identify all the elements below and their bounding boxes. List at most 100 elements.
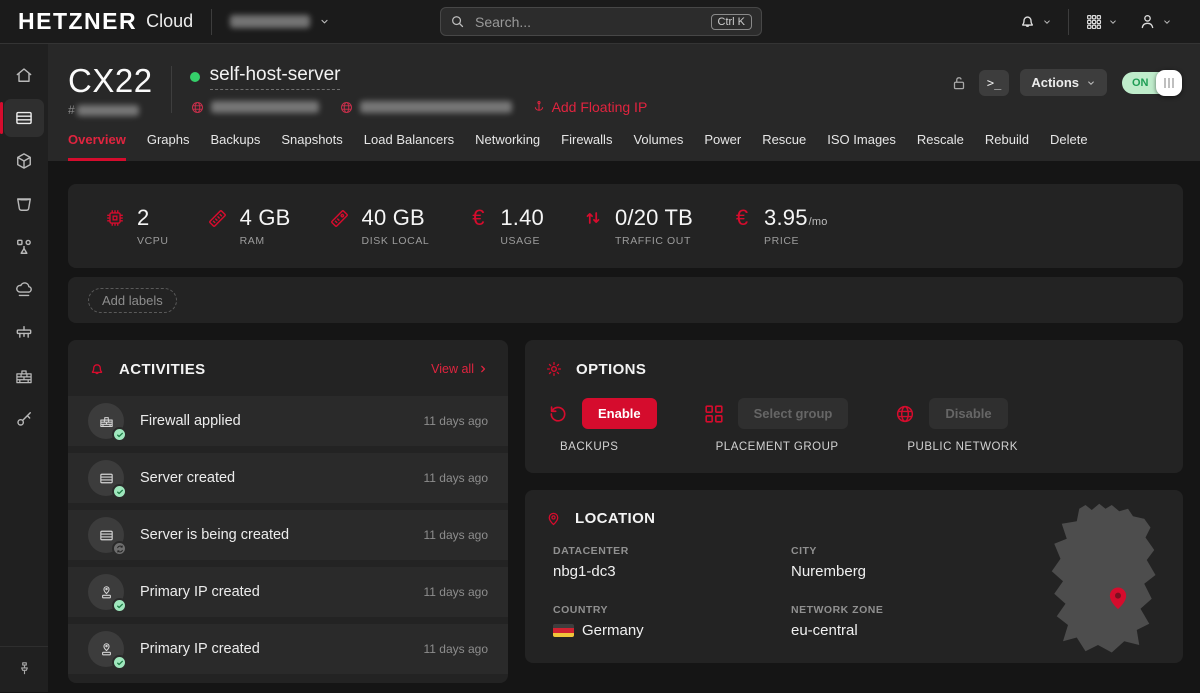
tab-graphs[interactable]: Graphs: [147, 132, 190, 161]
tab-firewalls[interactable]: Firewalls: [561, 132, 612, 161]
lock-button[interactable]: [950, 74, 968, 92]
view-all-link[interactable]: View all: [431, 362, 488, 376]
notifications-menu[interactable]: [1008, 12, 1062, 31]
tab-load-balancers[interactable]: Load Balancers: [364, 132, 454, 161]
sidebar-item-images[interactable]: [4, 142, 44, 180]
search-input[interactable]: [473, 13, 703, 31]
sidebar-item-load-balancers[interactable]: [4, 228, 44, 266]
user-menu[interactable]: [1128, 12, 1182, 31]
tab-rescale[interactable]: Rescale: [917, 132, 964, 161]
disk-icon: [327, 207, 353, 230]
tab-rescue[interactable]: Rescue: [762, 132, 806, 161]
hetzner-logo[interactable]: HETZNER: [18, 8, 137, 35]
sidebar-item-security[interactable]: [4, 400, 44, 438]
stat-usage: € 1.40 USAGE: [465, 205, 544, 247]
activity-time: 11 days ago: [424, 414, 489, 428]
pin-sidebar-button[interactable]: [0, 646, 48, 692]
euro-icon: €: [729, 205, 755, 231]
apps-grid-icon: [1085, 13, 1103, 31]
in-progress-icon: [112, 541, 127, 556]
activity-row[interactable]: Primary IP created 11 days ago: [68, 624, 508, 674]
apps-menu[interactable]: [1075, 13, 1128, 31]
backup-history-icon: [547, 403, 569, 425]
add-labels-button[interactable]: Add labels: [88, 288, 177, 313]
ipv4-address[interactable]: [190, 100, 319, 115]
disable-public-network-button[interactable]: Disable: [929, 398, 1007, 429]
tab-iso-images[interactable]: ISO Images: [827, 132, 896, 161]
project-selector[interactable]: [230, 15, 330, 28]
primary-ip-icon: [98, 584, 115, 601]
actions-label: Actions: [1031, 75, 1079, 90]
tab-delete[interactable]: Delete: [1050, 132, 1088, 161]
field-label: NETWORK ZONE: [791, 604, 1033, 616]
networks-icon: [14, 323, 34, 343]
floating-ips-icon: [14, 280, 34, 300]
chevron-down-icon: [1108, 17, 1118, 27]
tab-rebuild[interactable]: Rebuild: [985, 132, 1029, 161]
stat-value: 1.40: [500, 205, 544, 231]
field-value: Germany: [582, 622, 644, 639]
power-toggle[interactable]: ON: [1122, 70, 1182, 96]
location-panel: LOCATION DATACENTER nbg1-dc3 CITY Nuremb…: [525, 490, 1183, 663]
sidebar-item-home[interactable]: [4, 56, 44, 94]
activity-row[interactable]: Firewall applied 11 days ago: [68, 396, 508, 446]
tab-backups[interactable]: Backups: [210, 132, 260, 161]
stat-label: USAGE: [500, 235, 544, 247]
sidebar-item-floating-ips[interactable]: [4, 271, 44, 309]
success-check-icon: [112, 598, 127, 613]
avatar: [88, 517, 124, 553]
sidebar-item-firewalls[interactable]: [4, 357, 44, 395]
add-floating-ip-link[interactable]: Add Floating IP: [532, 99, 648, 115]
field-value: eu-central: [791, 622, 1033, 639]
actions-button[interactable]: Actions: [1020, 69, 1107, 96]
field-value: nbg1-dc3: [553, 563, 791, 580]
redacted-ipv6: [360, 101, 512, 113]
console-button[interactable]: >_: [979, 70, 1009, 96]
server-tabs: Overview Graphs Backups Snapshots Load B…: [68, 132, 1182, 161]
server-plan-block: CX22 #: [68, 64, 153, 117]
search-bar[interactable]: Ctrl K: [440, 7, 762, 36]
server-icon: [98, 527, 115, 544]
hetzner-cloud-console: HETZNER Cloud Ctrl K: [0, 0, 1200, 693]
sidebar-item-volumes[interactable]: [4, 185, 44, 223]
chevron-down-icon: [319, 16, 330, 27]
avatar: [88, 631, 124, 667]
activity-row[interactable]: Server is being created 11 days ago: [68, 510, 508, 560]
avatar: [88, 574, 124, 610]
option-placement-group: Select group PLACEMENT GROUP: [703, 398, 849, 453]
chevron-down-icon: [1042, 17, 1052, 27]
activity-row[interactable]: Primary IP created 11 days ago: [68, 567, 508, 617]
header-actions: >_ Actions ON: [950, 64, 1182, 96]
location-title: LOCATION: [575, 510, 655, 527]
germany-map: [1039, 500, 1167, 660]
chevron-right-icon: [478, 364, 488, 374]
ipv6-address[interactable]: [339, 100, 512, 115]
location-pin-icon: [545, 510, 562, 527]
gear-icon: [545, 360, 563, 378]
topbar: HETZNER Cloud Ctrl K: [0, 0, 1200, 44]
sidebar-item-servers[interactable]: [4, 99, 44, 137]
overview-content: 2 VCPU 4 GB RAM 40 GB: [48, 161, 1200, 692]
stat-traffic: 0/20 TB TRAFFIC OUT: [580, 205, 693, 247]
stat-label: TRAFFIC OUT: [615, 235, 693, 247]
field-country: COUNTRY Germany: [553, 604, 791, 639]
tab-networking[interactable]: Networking: [475, 132, 540, 161]
power-toggle-handle[interactable]: [1156, 70, 1182, 96]
server-name[interactable]: self-host-server: [210, 64, 341, 90]
tab-overview[interactable]: Overview: [68, 132, 126, 161]
field-datacenter: DATACENTER nbg1-dc3: [553, 545, 791, 580]
option-public-network: Disable PUBLIC NETWORK: [894, 398, 1018, 453]
success-check-icon: [112, 427, 127, 442]
field-label: CITY: [791, 545, 1033, 557]
tab-power[interactable]: Power: [704, 132, 741, 161]
select-placement-group-button[interactable]: Select group: [738, 398, 849, 429]
enable-backups-button[interactable]: Enable: [582, 398, 657, 429]
stat-label: PRICE: [764, 235, 828, 247]
tab-snapshots[interactable]: Snapshots: [281, 132, 342, 161]
globe-icon: [894, 403, 916, 425]
sidebar-item-networks[interactable]: [4, 314, 44, 352]
activity-row[interactable]: Server created 11 days ago: [68, 453, 508, 503]
tab-volumes[interactable]: Volumes: [633, 132, 683, 161]
stat-label: VCPU: [137, 235, 169, 247]
sidebar: [0, 44, 48, 692]
